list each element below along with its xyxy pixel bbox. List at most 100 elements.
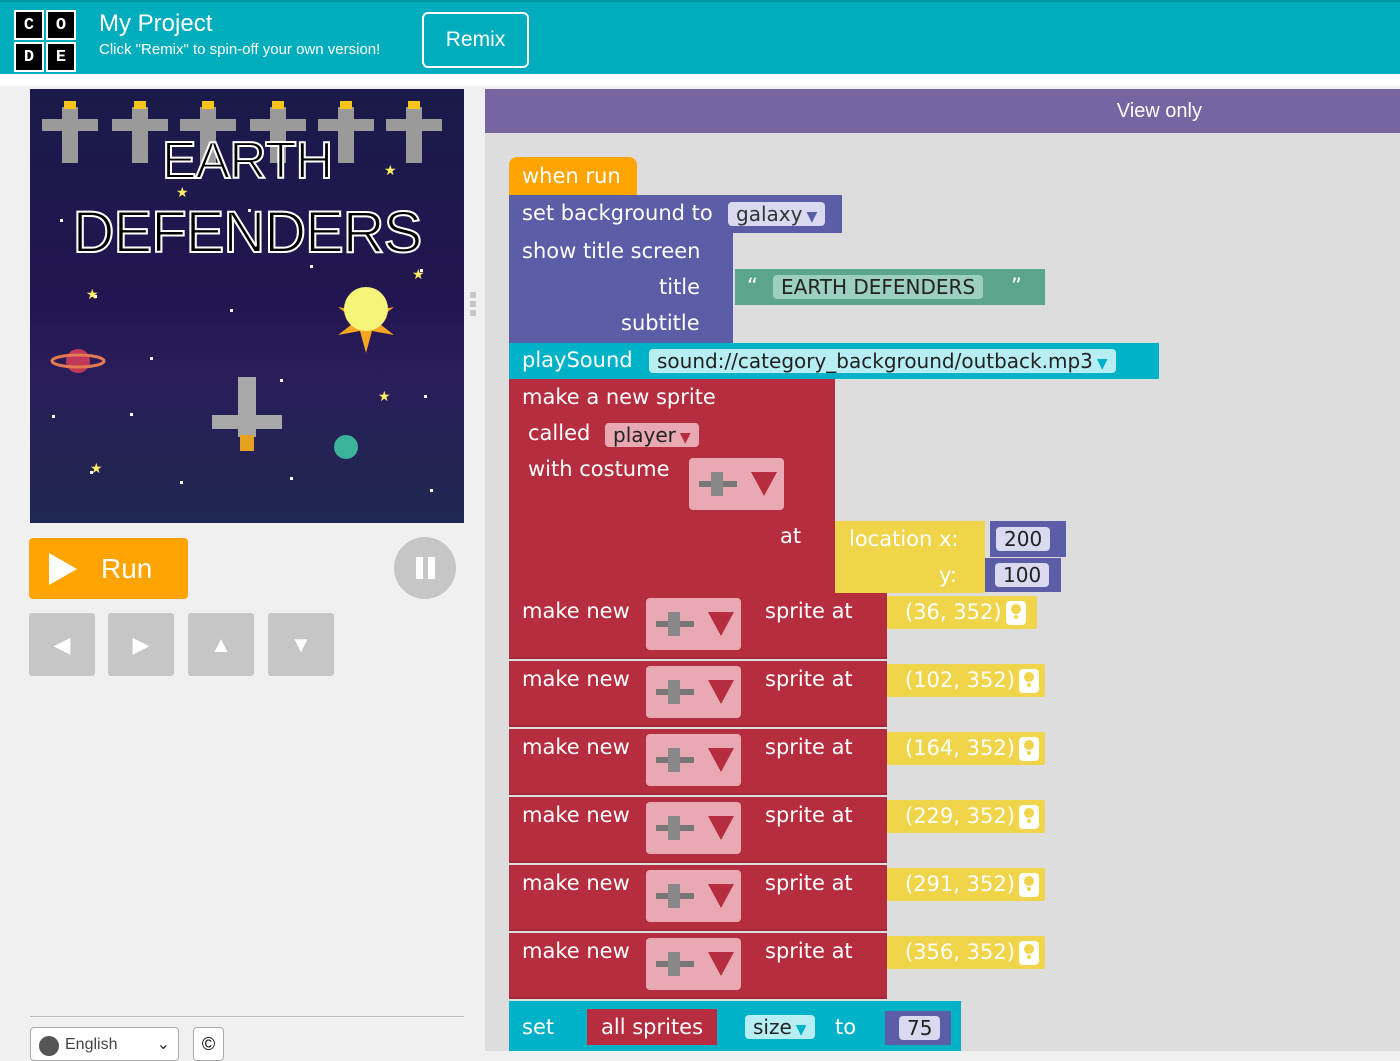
remix-button[interactable]: Remix [422,12,529,68]
quote-close-icon: ” [1011,274,1022,298]
make-new-label: make new [522,939,630,963]
footer-divider [30,1016,464,1017]
location-picker-block[interactable]: (164, 352) [887,732,1045,765]
make-new-sprite-block[interactable]: make new sprite at [509,729,887,795]
make-new-sprite-block[interactable]: make new sprite at [509,933,887,999]
location-picker-block[interactable]: (102, 352) [887,664,1045,697]
make-new-label: make new [522,599,630,623]
y-number-block[interactable]: 100 [985,558,1061,592]
dropdown-arrow-icon [751,472,777,496]
make-sprite-block[interactable]: make a new sprite called player ▼ with co… [509,379,835,593]
location-pin-icon[interactable] [1018,941,1039,965]
when-run-block[interactable]: when run [509,157,637,197]
copyright-button[interactable]: © [193,1027,224,1061]
make-new-sprite-block[interactable]: make new sprite at [509,661,887,727]
set-background-label: set background to [522,201,713,225]
title-text-block[interactable]: “ EARTH DEFENDERS ” [735,269,1045,305]
make-new-label: make new [522,803,630,827]
blockly-workspace[interactable]: View only when run set background to gal… [485,89,1400,1051]
sprite-name-dropdown[interactable]: player ▼ [605,423,699,447]
planet-icon [50,349,106,373]
x-value-field[interactable]: 200 [996,527,1051,551]
sound-value: sound://category_background/outback.mp3 [657,349,1093,373]
location-pin-icon[interactable] [1018,805,1039,829]
costume-dropdown[interactable] [646,870,741,922]
language-select[interactable]: English ⌄ [30,1027,179,1061]
size-number-block[interactable]: 75 [885,1011,951,1045]
sprite-at-label: sprite at [765,735,853,759]
sun-icon [338,287,394,353]
location-picker-block[interactable]: (229, 352) [887,800,1045,833]
location-pin-icon[interactable] [1005,601,1026,625]
header-divider [0,74,1400,86]
sprite-at-label: sprite at [765,599,853,623]
code-logo[interactable]: C O D E [14,10,76,72]
all-sprites-block[interactable]: all sprites [587,1009,717,1045]
property-dropdown[interactable]: size ▼ [745,1015,815,1039]
costume-dropdown[interactable] [646,666,741,718]
view-only-bar: View only [485,89,1400,133]
y-value-field[interactable]: 100 [995,563,1050,587]
project-title: My Project [99,10,213,37]
sprite-at-label: sprite at [765,667,853,691]
play-sound-block[interactable]: playSound sound://category_background/ou… [509,343,1159,379]
make-new-label: make new [522,667,630,691]
costume-dropdown[interactable] [646,598,741,650]
run-button[interactable]: Run [29,538,188,599]
costume-dropdown[interactable] [646,802,741,854]
costume-dropdown[interactable] [646,938,741,990]
location-value: (291, 352) [905,872,1015,896]
location-picker-block[interactable]: (291, 352) [887,868,1045,901]
property-value: size [753,1015,792,1039]
location-value: (102, 352) [905,668,1015,692]
play-icon [49,552,77,585]
make-new-sprite-block[interactable]: make new sprite at [509,797,887,863]
pause-icon [415,557,423,579]
location-block[interactable]: location x: y: [835,521,985,593]
project-subtitle: Click "Remix" to spin-off your own versi… [99,41,381,58]
logo-letter: D [14,42,44,72]
pause-icon [427,557,435,579]
make-new-sprite-block[interactable]: make new sprite at [509,593,887,659]
left-arrow-button[interactable]: ◀ [29,613,95,676]
location-picker-block[interactable]: (36, 352) [887,596,1037,629]
size-value-field[interactable]: 75 [899,1016,941,1040]
location-value: (356, 352) [905,940,1015,964]
logo-letter: C [14,10,44,40]
resize-handle[interactable] [469,292,477,320]
globe-icon [39,1036,59,1056]
down-arrow-button[interactable]: ▼ [268,613,334,676]
location-pin-icon[interactable] [1018,737,1039,761]
costume-dropdown[interactable] [689,458,784,510]
dropdown-arrow-icon [708,748,734,772]
set-property-block[interactable]: set all sprites size ▼ to 75 [509,1001,961,1051]
dropdown-arrow-icon: ▼ [795,1022,807,1038]
location-pin-icon[interactable] [1018,873,1039,897]
game-canvas[interactable]: ★ ★ ★ ★ ★ ★ EARTH DEFENDERS [30,89,464,523]
make-new-sprite-block[interactable]: make new sprite at [509,865,887,931]
logo-letter: E [46,42,76,72]
up-arrow-button[interactable]: ▲ [188,613,254,676]
show-title-block[interactable]: show title screen title subtitle [509,233,733,343]
location-pin-icon[interactable] [1018,669,1039,693]
logo-letter: O [46,10,76,40]
spaceship-icon [652,948,698,980]
when-run-label: when run [522,164,621,188]
title-text-field[interactable]: EARTH DEFENDERS [773,275,984,299]
background-dropdown[interactable]: galaxy ▼ [728,202,826,226]
pause-button[interactable] [394,537,456,599]
x-number-block[interactable]: 200 [990,521,1066,557]
with-costume-label: with costume [528,457,670,481]
right-arrow-button[interactable]: ▶ [108,613,174,676]
make-new-label: make new [522,871,630,895]
location-picker-block[interactable]: (356, 352) [887,936,1045,969]
costume-dropdown[interactable] [646,734,741,786]
right-arrow-icon: ▶ [132,631,150,657]
spaceship-icon [652,744,698,776]
title-param-label: title [659,275,701,299]
svg-text:★: ★ [90,460,103,476]
sound-dropdown[interactable]: sound://category_background/outback.mp3 ▼ [649,349,1116,373]
make-sprite-label: make a new sprite [522,385,716,409]
set-background-block[interactable]: set background to galaxy ▼ [509,195,842,233]
location-value: (36, 352) [905,600,1002,624]
